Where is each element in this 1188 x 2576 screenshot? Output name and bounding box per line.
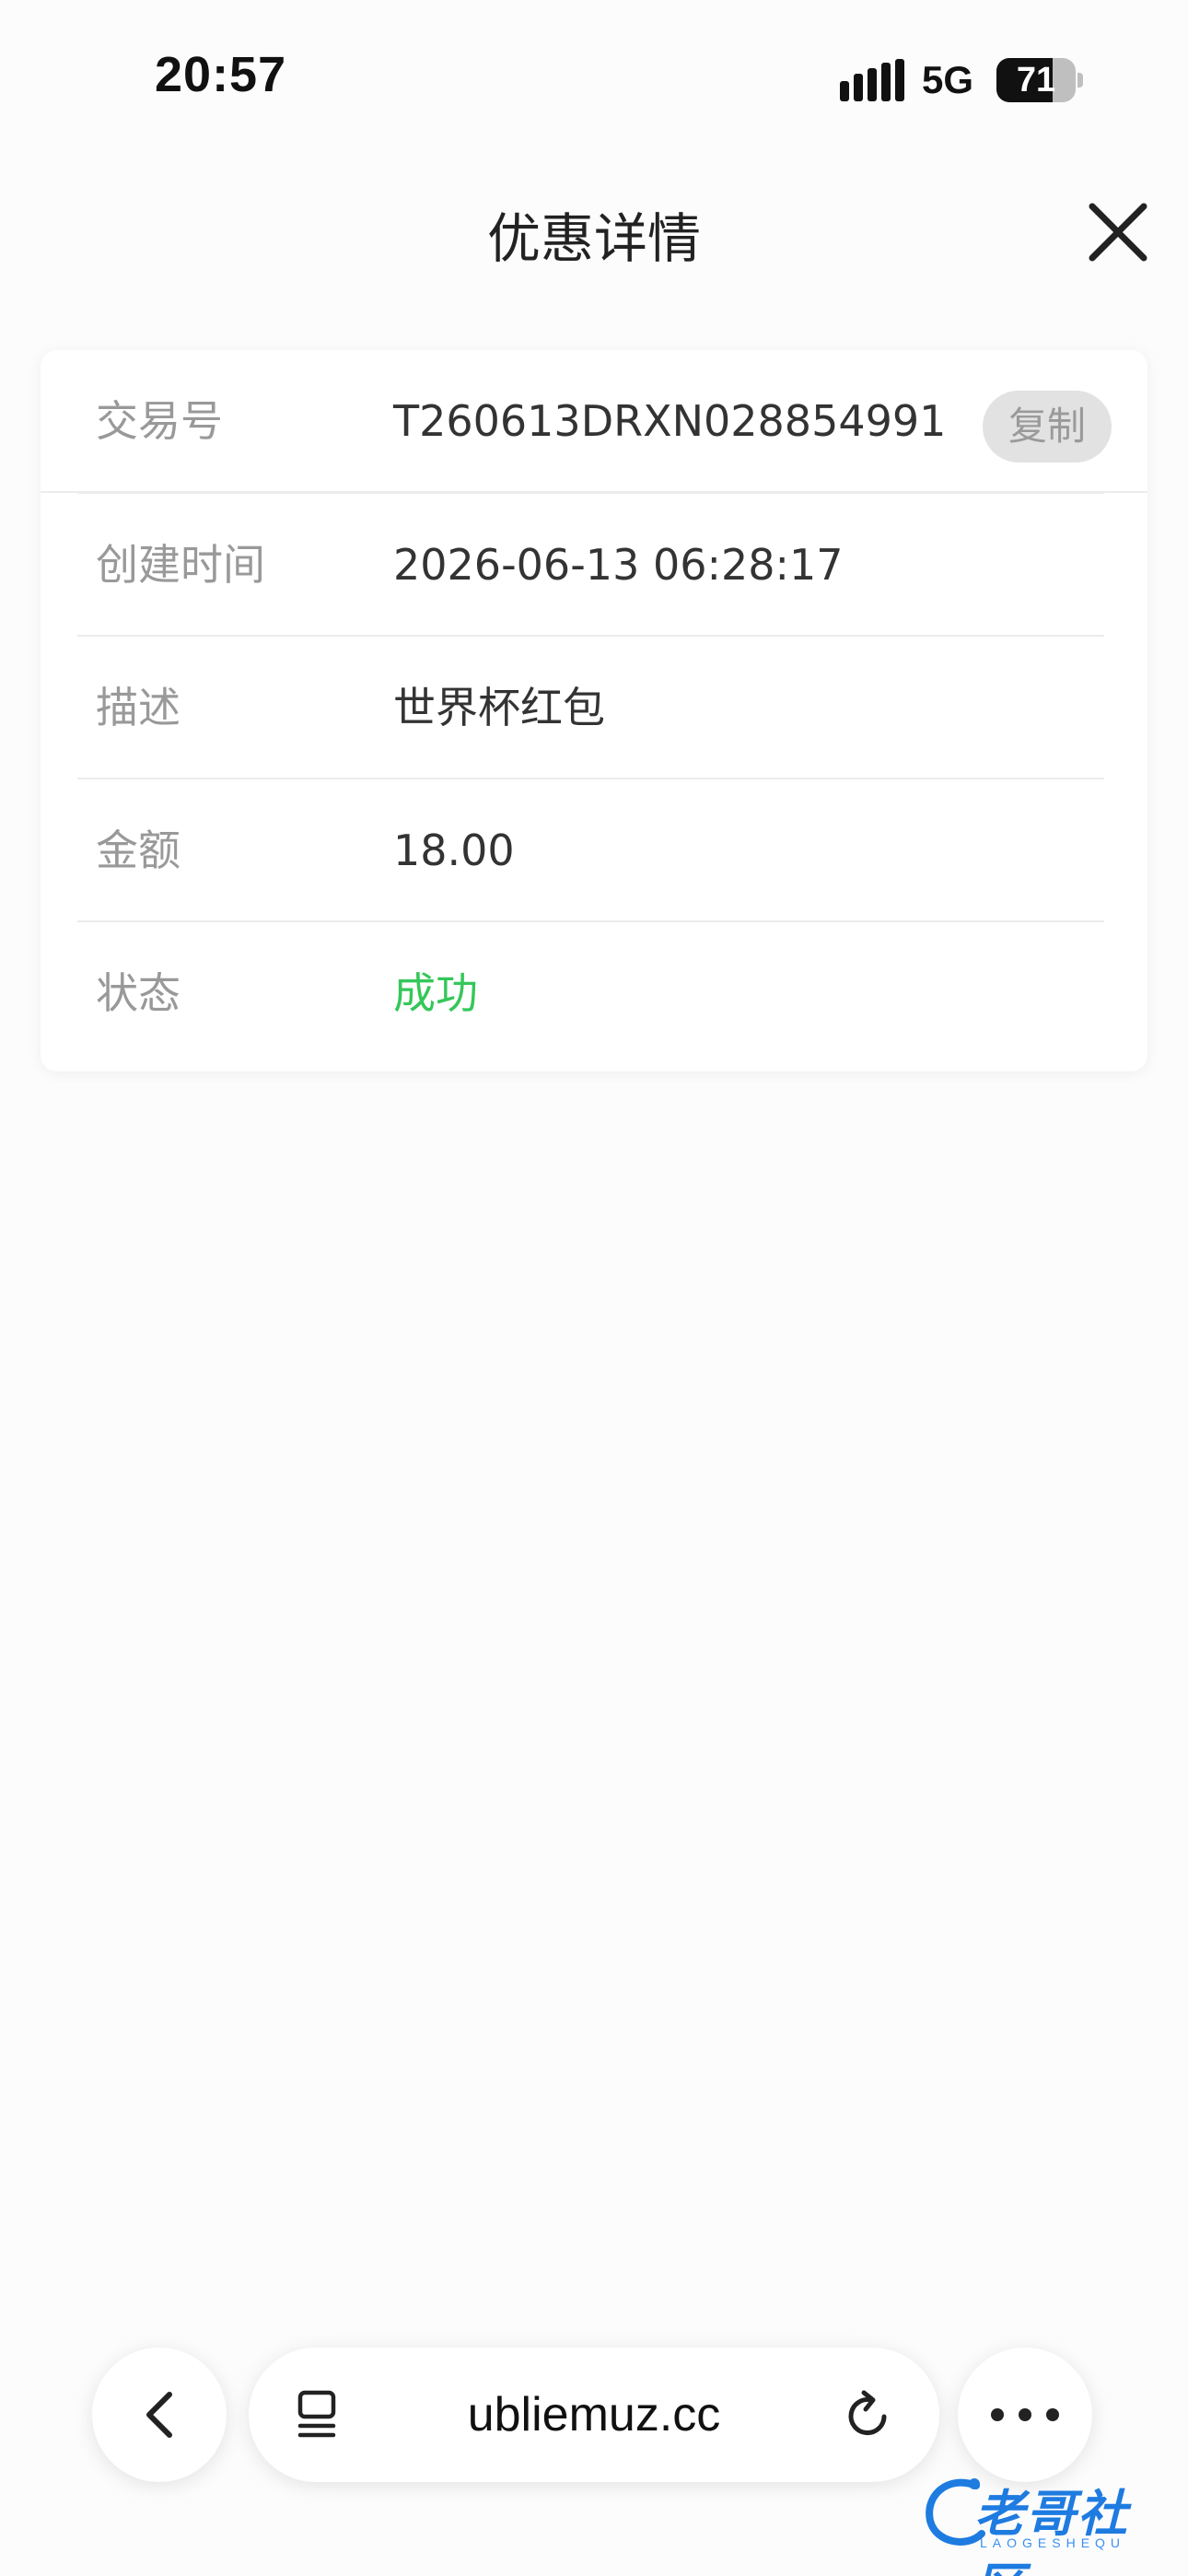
detail-label: 描述 — [96, 683, 181, 732]
battery-level: 71 — [1016, 61, 1056, 100]
detail-row-amount: 金额 18.00 — [41, 779, 1147, 922]
transaction-id-value: T260613DRXN028854991 — [393, 396, 947, 446]
screen: 20:57 5G 71 优惠详情 交易号 T260613DRXN02885499… — [0, 0, 1188, 2576]
reload-icon[interactable] — [844, 2389, 895, 2441]
detail-row-created-time: 创建时间 2026-06-13 06:28:17 — [41, 494, 1147, 637]
url-text[interactable]: ubliemuz.cc — [249, 2348, 939, 2482]
signal-icon — [840, 59, 904, 101]
detail-label: 状态 — [96, 968, 181, 1018]
status-time: 20:57 — [155, 47, 287, 102]
more-icon — [991, 2408, 1059, 2421]
detail-row-status: 状态 成功 — [41, 922, 1147, 1065]
address-bar[interactable]: ubliemuz.cc — [249, 2348, 939, 2482]
back-button[interactable] — [92, 2348, 227, 2482]
close-icon[interactable] — [1087, 201, 1149, 263]
created-time-value: 2026-06-13 06:28:17 — [393, 540, 844, 590]
watermark-logo: 老哥社区 LAOGESHEQU — [921, 2469, 1179, 2576]
chevron-left-icon — [146, 2392, 172, 2438]
watermark-subtext: LAOGESHEQU — [980, 2535, 1126, 2550]
status-value: 成功 — [393, 968, 478, 1018]
detail-label: 创建时间 — [96, 540, 265, 590]
watermark-text: 老哥社区 — [974, 2485, 1129, 2576]
copy-button[interactable]: 复制 — [983, 391, 1112, 463]
detail-card: 交易号 T260613DRXN028854991 复制 创建时间 2026-06… — [41, 350, 1147, 1071]
detail-row-description: 描述 世界杯红包 — [41, 637, 1147, 779]
detail-label: 金额 — [96, 825, 181, 875]
detail-row-transaction-id: 交易号 T260613DRXN028854991 复制 — [41, 350, 1147, 493]
more-button[interactable] — [958, 2348, 1092, 2482]
amount-value: 18.00 — [393, 825, 515, 875]
network-label: 5G — [922, 58, 974, 101]
battery-icon: 71 — [996, 58, 1085, 102]
page-title: 优惠详情 — [486, 207, 701, 270]
description-value: 世界杯红包 — [393, 683, 605, 732]
detail-label: 交易号 — [96, 396, 223, 446]
